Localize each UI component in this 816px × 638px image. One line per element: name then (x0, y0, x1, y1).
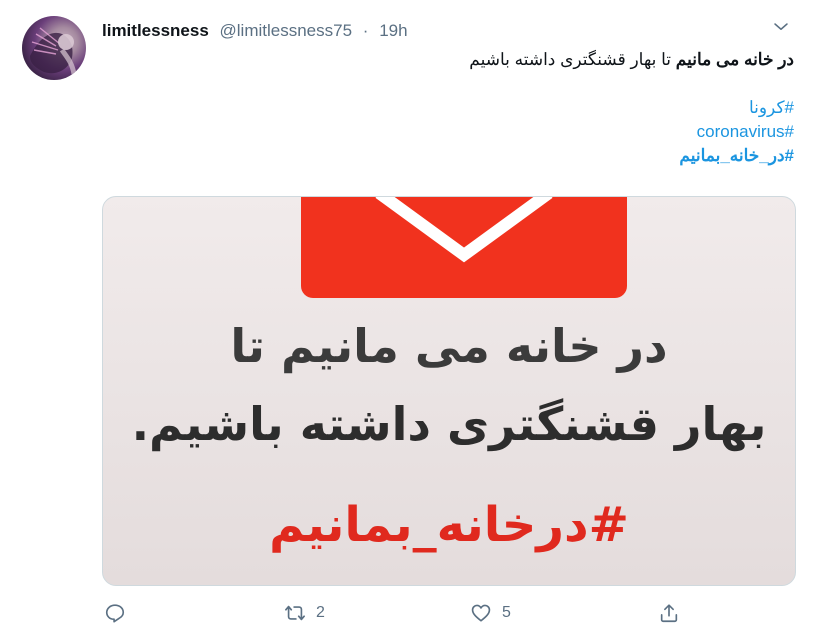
avatar-image (30, 27, 77, 75)
share-button[interactable] (658, 596, 680, 630)
hashtag-coronavirus[interactable]: #coronavirus (104, 120, 794, 144)
display-name[interactable]: limitlessness (102, 21, 209, 40)
separator-dot: · (362, 21, 369, 40)
tweet-text-rest: تا بهار قشنگتری داشته باشیم (469, 50, 676, 69)
hashtag-corona[interactable]: #کرونا (104, 96, 794, 120)
timestamp[interactable]: 19h (379, 21, 407, 40)
hashtag-stay-home[interactable]: #در_خانه_بمانیم (104, 144, 794, 168)
envelope-icon (375, 197, 553, 263)
retweet-icon (285, 605, 305, 621)
chevron-down-icon (774, 23, 788, 30)
heart-icon (471, 604, 491, 622)
tweet-actions: 2 5 (102, 596, 794, 630)
envelope-graphic (301, 197, 627, 298)
retweet-button[interactable]: 2 (284, 596, 325, 630)
tweet-header: limitlessness @limitlessness75 · 19h (102, 20, 408, 42)
image-hashtag-text: #درخانه_بمانیم (269, 497, 629, 553)
line-break (104, 72, 794, 96)
reply-icon (105, 604, 125, 623)
tweet-text: در خانه می مانیم تا بهار قشنگتری داشته ب… (104, 48, 794, 168)
tweet-image[interactable]: در خانه می مانیم تا بهار قشنگتری داشته ب… (102, 196, 796, 586)
like-button[interactable]: 5 (470, 596, 511, 630)
retweet-count: 2 (316, 604, 325, 621)
tweet-card[interactable]: limitlessness @limitlessness75 · 19h در … (0, 0, 816, 638)
image-text-line1: در خانه می مانیم تا (230, 319, 668, 373)
user-handle[interactable]: @limitlessness75 (220, 21, 353, 40)
tweet-text-bold: در خانه می مانیم (675, 50, 794, 69)
like-count: 5 (502, 604, 511, 621)
image-text-line2: بهار قشنگتری داشته باشیم. (131, 397, 767, 451)
share-icon (660, 604, 678, 623)
tweet-main-line: در خانه می مانیم تا بهار قشنگتری داشته ب… (104, 48, 794, 72)
more-options-button[interactable] (768, 14, 794, 40)
avatar[interactable] (22, 16, 86, 80)
reply-button[interactable] (104, 596, 126, 630)
